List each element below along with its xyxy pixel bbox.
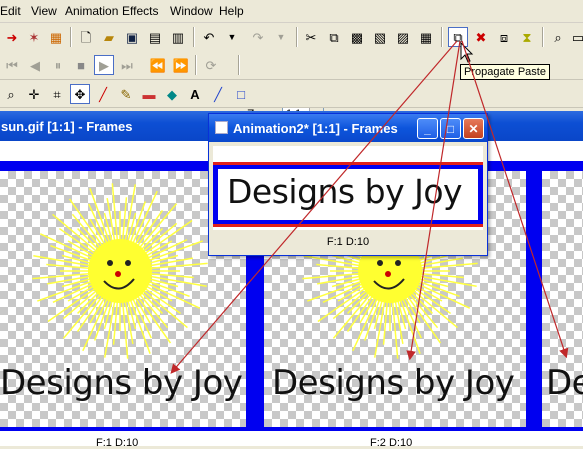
- arrow-to-frame-1: [170, 40, 458, 374]
- arrow-to-frame-2: [406, 40, 461, 361]
- arrow-to-frame-3: [461, 40, 569, 359]
- annotation-arrows: [170, 40, 569, 374]
